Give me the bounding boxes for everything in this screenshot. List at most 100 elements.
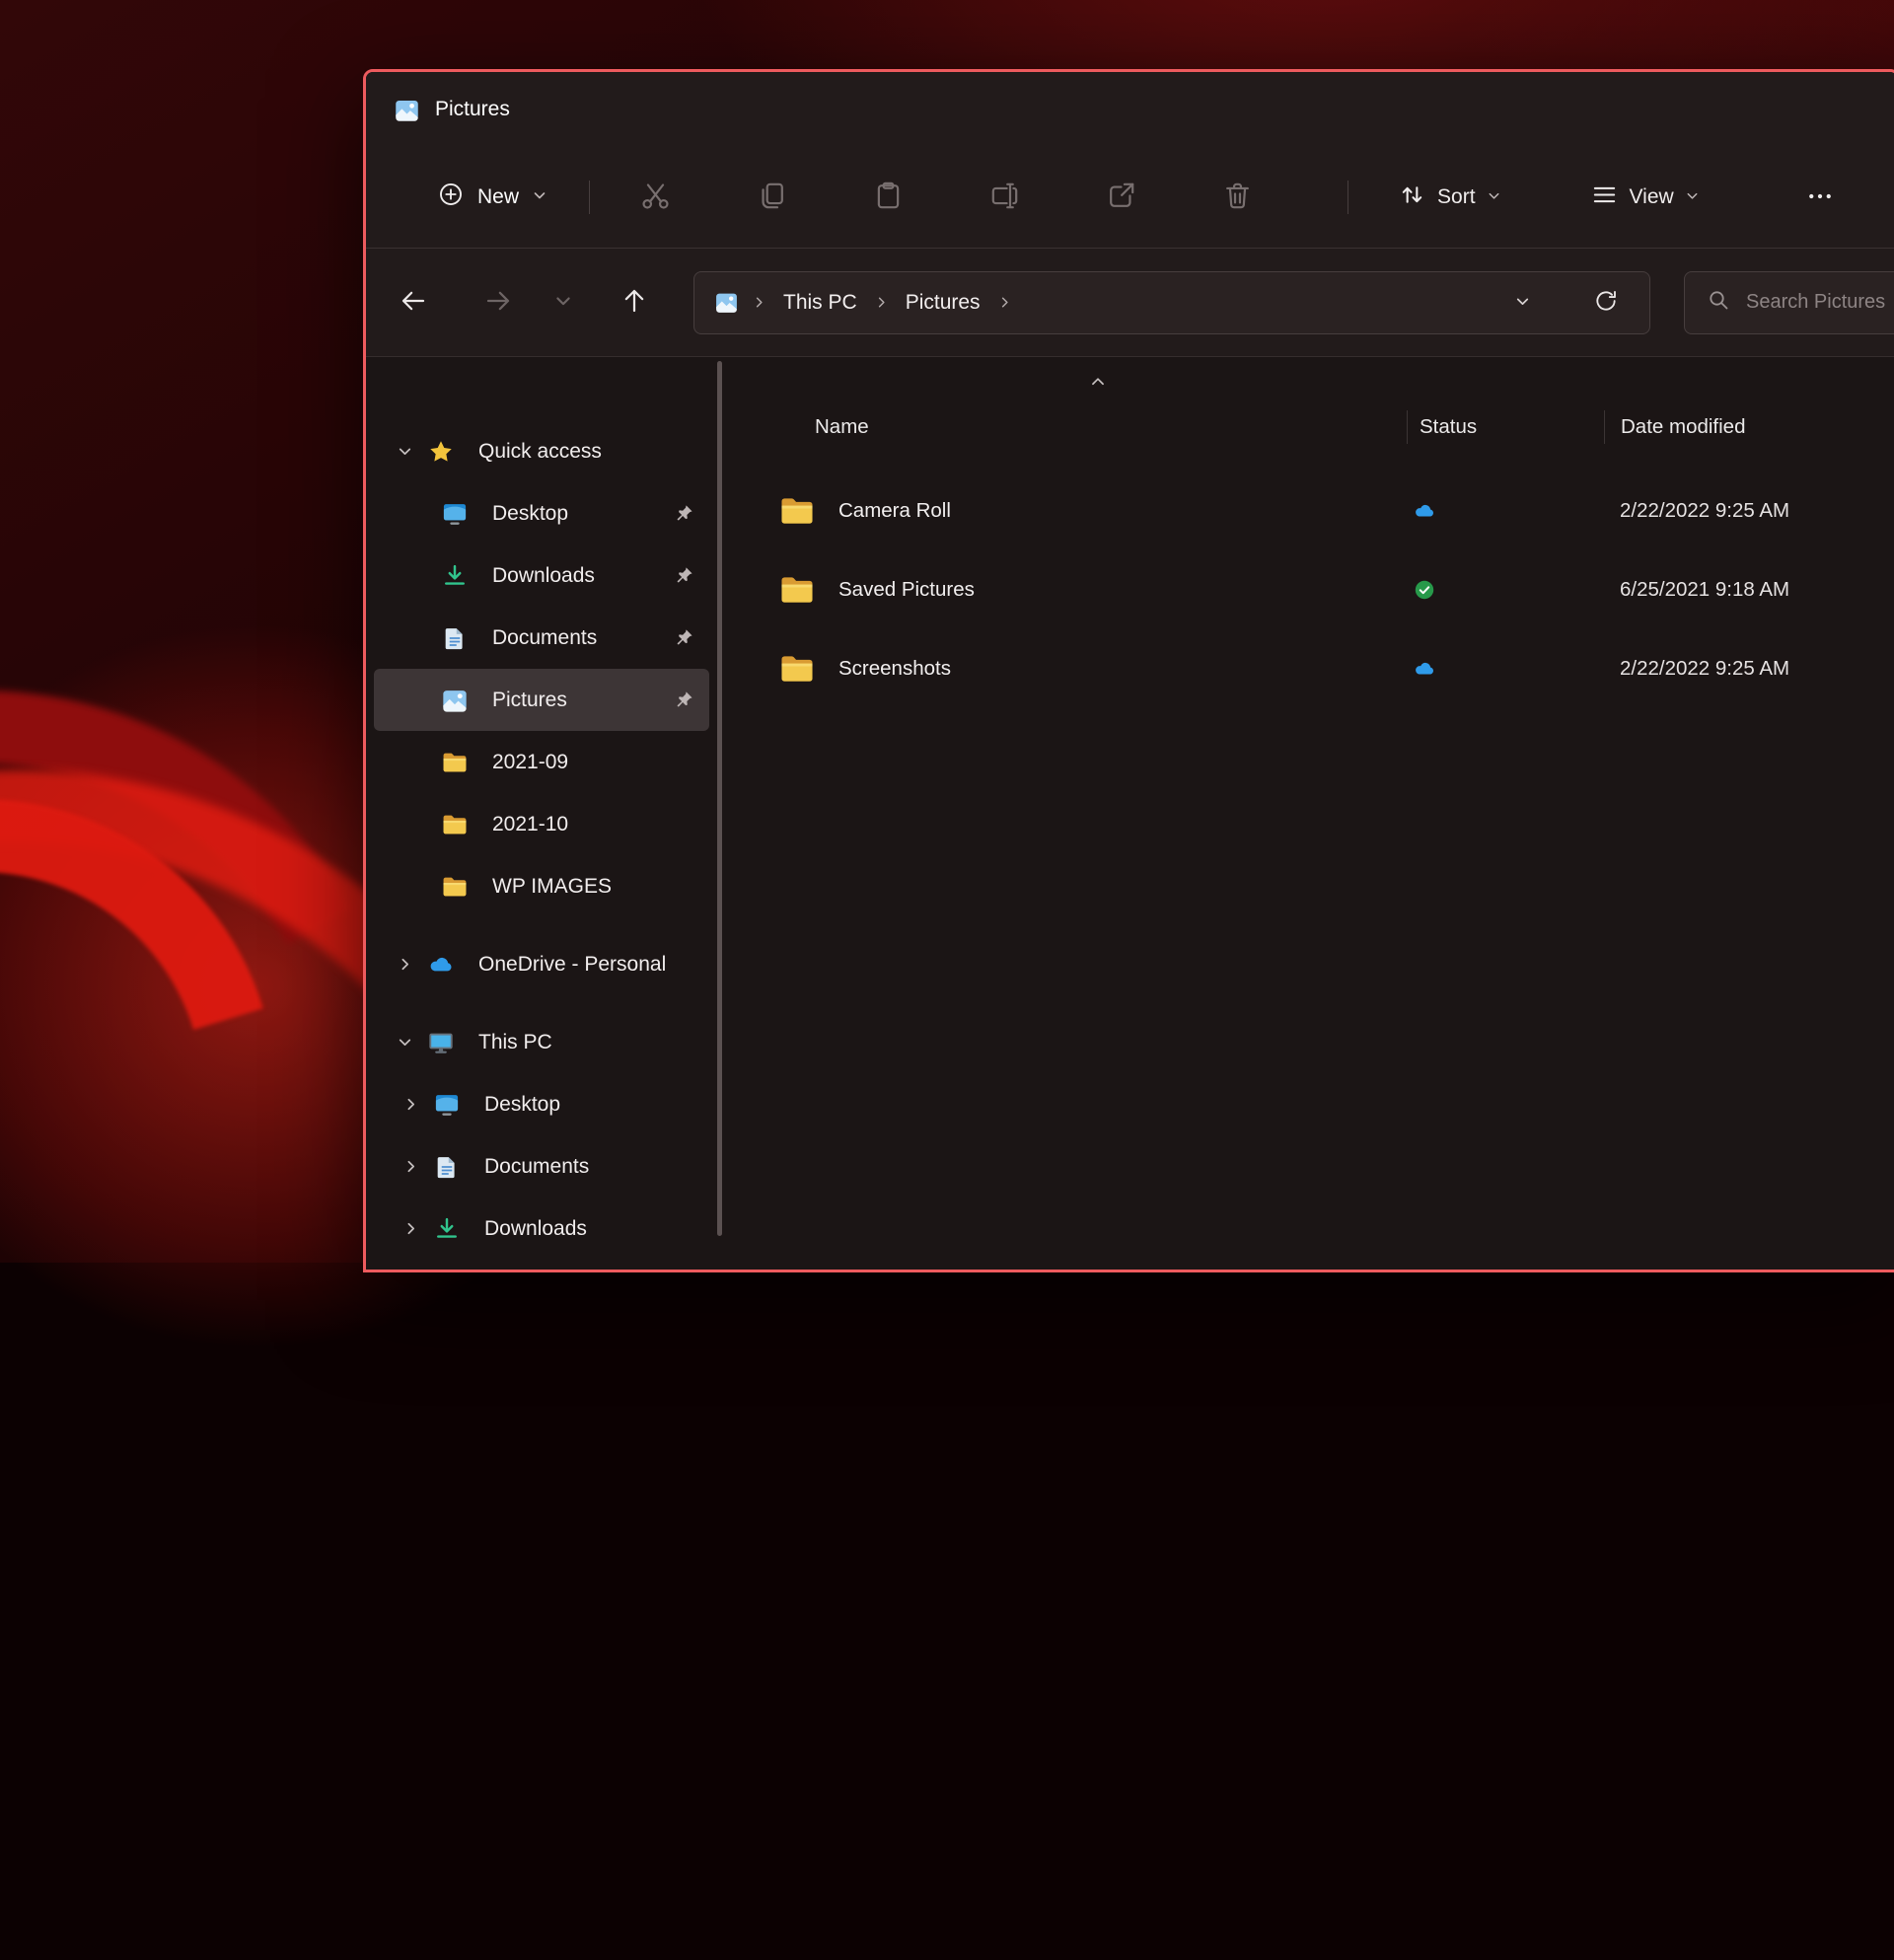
view-button[interactable]: View	[1576, 169, 1713, 227]
chevron-down-icon	[553, 291, 573, 314]
folder-icon	[758, 571, 838, 609]
copy-button[interactable]	[740, 168, 803, 227]
delete-button[interactable]	[1205, 168, 1269, 227]
column-header-status[interactable]: Status	[1407, 410, 1604, 444]
back-button[interactable]	[384, 273, 443, 332]
address-dropdown-button[interactable]	[1500, 281, 1544, 325]
sidebar-item-documents[interactable]: Documents	[366, 607, 717, 669]
plus-circle-icon	[437, 181, 465, 214]
sidebar-item-label: OneDrive - Personal	[478, 953, 717, 977]
explorer-content: Quick access Desktop Downloads Documents	[366, 357, 1894, 1270]
sidebar-item-this-pc-documents[interactable]: Documents	[366, 1135, 717, 1198]
status-cell	[1407, 499, 1604, 523]
pin-icon	[675, 504, 693, 523]
sort-ascending-indicator	[1089, 373, 1107, 396]
recent-locations-button[interactable]	[542, 273, 585, 332]
view-lines-icon	[1590, 181, 1619, 215]
command-bar: New Sort	[366, 147, 1894, 249]
title-bar[interactable]: Pictures	[366, 72, 1894, 147]
new-button[interactable]: New	[421, 169, 563, 226]
chevron-right-icon[interactable]	[388, 1220, 433, 1237]
file-name: Screenshots	[838, 657, 1407, 681]
forward-arrow-icon	[483, 286, 513, 319]
new-button-label: New	[477, 185, 519, 209]
address-bar[interactable]: This PC Pictures	[693, 271, 1650, 334]
sidebar-item-this-pc-desktop[interactable]: Desktop	[366, 1073, 717, 1135]
more-options-button[interactable]	[1790, 170, 1850, 225]
onedrive-cloud-icon	[427, 951, 469, 979]
chevron-right-icon[interactable]	[388, 1096, 433, 1113]
date-modified: 6/25/2021 9:18 AM	[1604, 578, 1894, 602]
file-row-camera-roll[interactable]: Camera Roll 2/22/2022 9:25 AM	[758, 472, 1894, 550]
date-modified: 2/22/2022 9:25 AM	[1604, 657, 1894, 681]
refresh-button[interactable]	[1582, 279, 1630, 327]
sidebar-item-label: Pictures	[492, 689, 675, 712]
search-box[interactable]	[1684, 271, 1894, 334]
folder-icon	[441, 873, 482, 901]
chevron-down-icon[interactable]	[382, 1034, 427, 1051]
sidebar-item-quick-access[interactable]: Quick access	[366, 420, 717, 482]
downloads-icon	[441, 562, 482, 590]
status-cell	[1407, 657, 1604, 681]
sidebar-item-this-pc-downloads[interactable]: Downloads	[366, 1198, 717, 1260]
sidebar-item-label: Quick access	[478, 440, 717, 464]
sidebar-item-label: This PC	[478, 1031, 717, 1054]
sidebar-item-2021-09[interactable]: 2021-09	[366, 731, 717, 793]
file-row-saved-pictures[interactable]: Saved Pictures 6/25/2021 9:18 AM	[758, 550, 1894, 629]
pin-icon	[675, 628, 693, 647]
desktop-icon	[433, 1091, 474, 1119]
column-header-date-modified[interactable]: Date modified	[1604, 410, 1894, 444]
documents-icon	[433, 1153, 474, 1181]
sidebar-item-wp-images[interactable]: WP IMAGES	[366, 855, 717, 917]
breadcrumb-chevron-icon	[752, 295, 766, 310]
ellipsis-icon	[1805, 181, 1835, 214]
chevron-right-icon[interactable]	[382, 956, 427, 973]
sidebar-item-this-pc[interactable]: This PC	[366, 1011, 717, 1073]
copy-icon	[756, 180, 788, 215]
sidebar-item-label: 2021-09	[492, 751, 717, 774]
breadcrumb-this-pc[interactable]: This PC	[779, 285, 861, 321]
up-arrow-icon	[619, 286, 649, 319]
paste-button[interactable]	[856, 168, 919, 227]
pin-icon	[675, 566, 693, 585]
folder-icon	[441, 749, 482, 776]
sidebar-item-label: Desktop	[484, 1093, 717, 1117]
breadcrumb-pictures[interactable]: Pictures	[902, 285, 984, 321]
sidebar-item-downloads[interactable]: Downloads	[366, 544, 717, 607]
pictures-icon	[441, 687, 482, 714]
sidebar-item-pictures[interactable]: Pictures	[374, 669, 709, 731]
sidebar-item-onedrive[interactable]: OneDrive - Personal	[366, 933, 717, 995]
toolbar-divider	[589, 181, 590, 214]
breadcrumb-chevron-icon	[874, 295, 889, 310]
share-button[interactable]	[1089, 168, 1152, 227]
cut-icon	[639, 180, 672, 215]
file-name: Camera Roll	[838, 499, 1407, 523]
chevron-down-icon	[1685, 185, 1700, 209]
sort-button-label: Sort	[1437, 185, 1476, 209]
this-pc-icon	[427, 1029, 469, 1056]
up-button[interactable]	[605, 273, 664, 332]
sidebar-item-desktop[interactable]: Desktop	[366, 482, 717, 544]
folder-icon	[758, 492, 838, 530]
search-input[interactable]	[1746, 291, 1894, 314]
sidebar-item-2021-10[interactable]: 2021-10	[366, 793, 717, 855]
cloud-status-icon	[1411, 499, 1438, 523]
synced-status-icon	[1411, 578, 1438, 602]
cut-button[interactable]	[623, 168, 687, 227]
share-icon	[1105, 180, 1137, 215]
rename-button[interactable]	[973, 168, 1036, 227]
sort-button[interactable]: Sort	[1384, 169, 1515, 227]
chevron-down-icon	[1514, 293, 1531, 313]
sidebar-item-label: WP IMAGES	[492, 875, 717, 899]
chevron-right-icon[interactable]	[388, 1158, 433, 1175]
file-explorer-window: Pictures New	[363, 69, 1894, 1272]
star-icon	[427, 438, 469, 466]
window-title: Pictures	[435, 98, 510, 121]
forward-button[interactable]	[469, 273, 528, 332]
sort-arrows-icon	[1398, 181, 1426, 215]
chevron-down-icon[interactable]	[382, 443, 427, 460]
file-row-screenshots[interactable]: Screenshots 2/22/2022 9:25 AM	[758, 629, 1894, 708]
chevron-down-icon	[532, 185, 547, 209]
column-header-name[interactable]: Name	[758, 415, 1407, 439]
pictures-app-icon	[394, 97, 420, 123]
